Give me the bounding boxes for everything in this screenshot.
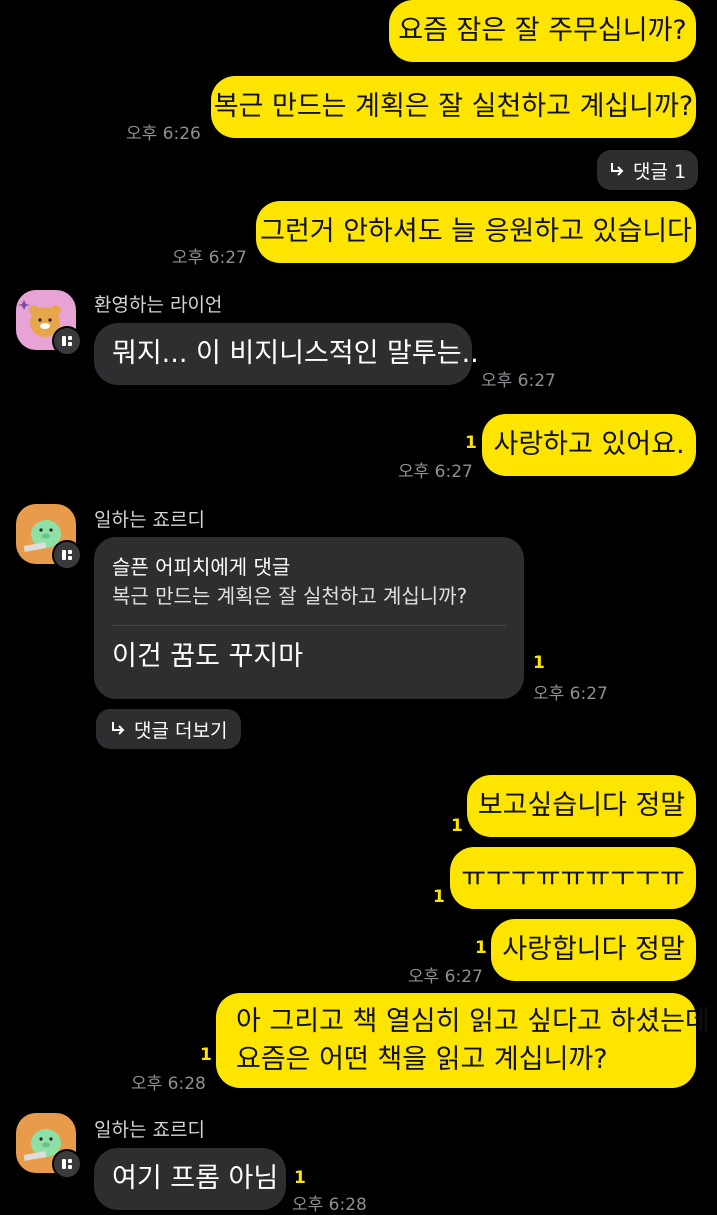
outgoing-message[interactable]: 사랑합니다 정말 <box>491 919 696 981</box>
unread-count: 1 <box>533 653 545 673</box>
message-text: 여기 프롬 아님 <box>112 1163 279 1194</box>
unread-count: 1 <box>200 1045 212 1065</box>
comment-count-label: 댓글 1 <box>633 160 687 183</box>
outgoing-message[interactable]: 그런거 안하셔도 늘 응원하고 있습니다 <box>256 201 696 263</box>
outgoing-message[interactable]: 복근 만드는 계획은 잘 실천하고 계십니까? <box>211 76 696 138</box>
avatar[interactable] <box>16 1113 82 1179</box>
message-text: 그런거 안하셔도 늘 응원하고 있습니다 <box>260 216 692 247</box>
reply-arrow-icon <box>112 722 125 735</box>
incoming-message[interactable]: 뭐지... 이 비지니스적인 말투는.. <box>94 323 479 385</box>
timestamp: 오후 6:27 <box>533 684 608 704</box>
profile-badge-icon <box>52 326 82 356</box>
unread-count: 1 <box>451 816 463 836</box>
message-text-line: 요즘은 어떤 책을 읽고 계십니까? <box>236 1043 608 1075</box>
sender-name: 일하는 죠르디 <box>94 1119 205 1141</box>
sender-name: 일하는 죠르디 <box>94 509 205 531</box>
reply-target: 슬픈 어피치에게 댓글 <box>112 555 291 579</box>
more-comments-button[interactable]: 댓글 더보기 <box>96 709 242 749</box>
message-text: 뭐지... 이 비지니스적인 말투는.. <box>112 338 479 369</box>
timestamp: 오후 6:28 <box>131 1074 206 1094</box>
message-text: ㅠㅜㅜㅠㅠㅠㅜㅜㅠ <box>461 862 685 893</box>
unread-count: 1 <box>465 433 477 453</box>
outgoing-message[interactable]: 보고싶습니다 정말 <box>467 775 696 837</box>
sender-name: 환영하는 라이언 <box>94 294 223 316</box>
outgoing-message[interactable]: 사랑하고 있어요. <box>482 414 696 476</box>
message-text: 요즘 잠은 잘 주무십니까? <box>398 15 687 46</box>
comment-count-button[interactable]: 댓글 1 <box>597 150 699 190</box>
message-text: 사랑합니다 정말 <box>502 934 685 965</box>
message-text-line: 아 그리고 책 열심히 읽고 싶다고 하셨는데 <box>236 1005 710 1037</box>
message-text: 복근 만드는 계획은 잘 실천하고 계십니까? <box>213 91 694 122</box>
unread-count: 1 <box>475 938 487 958</box>
message-text: 이건 꿈도 꾸지마 <box>112 641 304 672</box>
reply-arrow-icon <box>611 163 624 176</box>
reply-message[interactable]: 슬픈 어피치에게 댓글 복근 만드는 계획은 잘 실천하고 계십니까? 이건 꿈… <box>94 537 524 699</box>
outgoing-message[interactable]: ㅠㅜㅜㅠㅠㅠㅜㅜㅠ <box>450 847 696 909</box>
quoted-message: 복근 만드는 계획은 잘 실천하고 계십니까? <box>112 584 468 608</box>
avatar[interactable] <box>16 290 82 356</box>
timestamp: 오후 6:27 <box>172 248 247 268</box>
outgoing-message[interactable]: 아 그리고 책 열심히 읽고 싶다고 하셨는데 요즘은 어떤 책을 읽고 계십니… <box>216 993 710 1088</box>
timestamp: 오후 6:26 <box>126 124 201 144</box>
timestamp: 오후 6:27 <box>398 462 473 482</box>
profile-badge-icon <box>52 540 82 570</box>
unread-count: 1 <box>433 887 445 907</box>
message-text: 보고싶습니다 정말 <box>477 790 686 821</box>
timestamp: 오후 6:28 <box>292 1195 367 1215</box>
incoming-message[interactable]: 여기 프롬 아님 <box>94 1148 286 1210</box>
outgoing-message[interactable]: 요즘 잠은 잘 주무십니까? <box>389 0 696 62</box>
avatar[interactable] <box>16 504 82 570</box>
more-comments-label: 댓글 더보기 <box>134 719 228 742</box>
profile-badge-icon <box>52 1149 82 1179</box>
timestamp: 오후 6:27 <box>481 371 556 391</box>
unread-count: 1 <box>294 1168 306 1188</box>
timestamp: 오후 6:27 <box>408 967 483 987</box>
divider <box>112 625 506 626</box>
message-text: 사랑하고 있어요. <box>493 429 685 460</box>
